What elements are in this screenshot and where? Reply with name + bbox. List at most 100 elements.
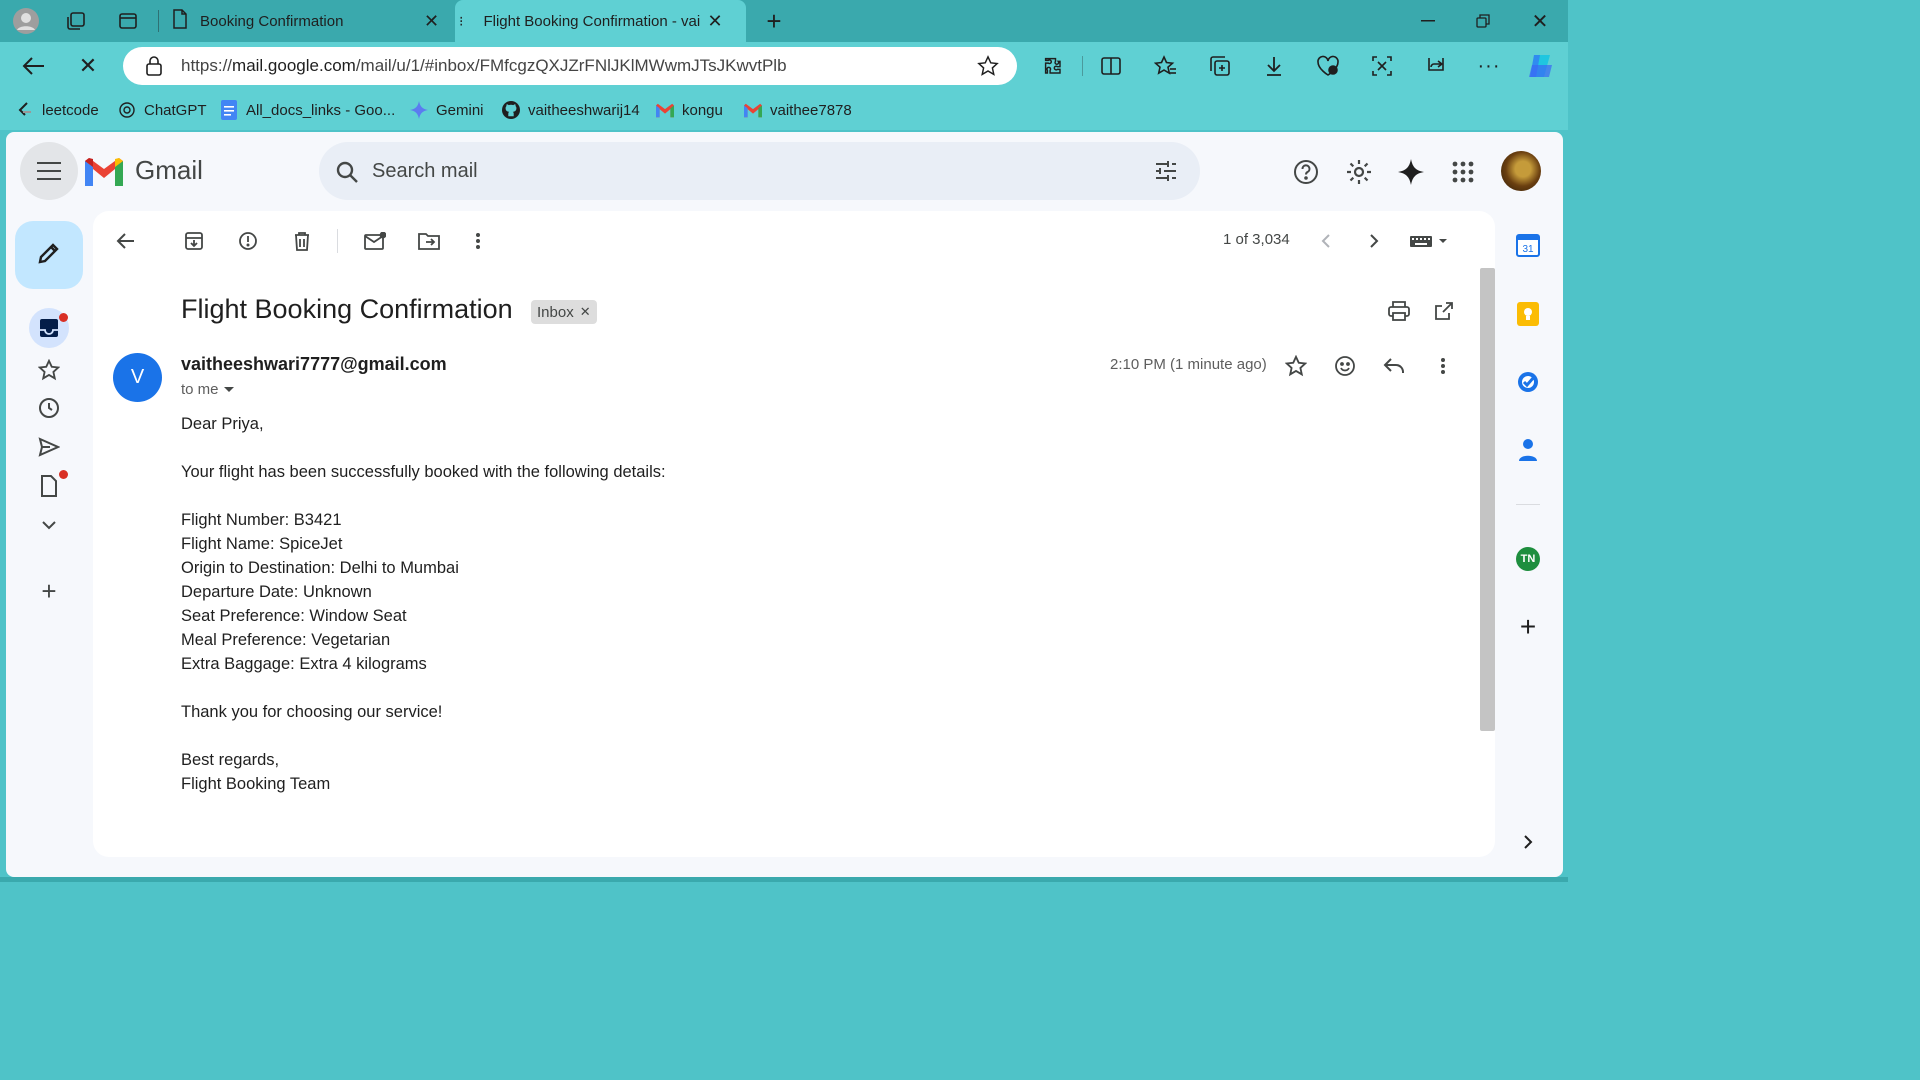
more-options-icon[interactable] [1429, 352, 1457, 380]
tab-booking-confirmation[interactable]: Booking Confirmation ✕ [166, 0, 452, 42]
bookmark-leetcode[interactable]: leetcode [16, 97, 99, 123]
search-options-icon[interactable] [1154, 159, 1178, 188]
recipient-details[interactable]: to me [181, 381, 235, 398]
move-to-icon[interactable] [415, 227, 443, 255]
gmail-icon [744, 101, 762, 119]
split-screen-icon[interactable] [1098, 53, 1124, 79]
reply-icon[interactable] [1380, 352, 1408, 380]
sender-avatar[interactable]: V [113, 353, 162, 402]
contacts-icon[interactable] [1514, 436, 1542, 464]
help-icon[interactable] [1291, 157, 1321, 187]
workspaces-icon[interactable] [62, 8, 90, 34]
account-avatar[interactable] [1501, 151, 1541, 191]
get-addons-icon[interactable]: + [1514, 611, 1542, 642]
favorites-icon[interactable] [1153, 53, 1179, 79]
gemini-sparkle-icon[interactable] [1396, 157, 1426, 187]
new-tab-icon[interactable]: + [760, 6, 788, 36]
close-tab-icon[interactable]: ✕ [707, 11, 722, 32]
copilot-icon[interactable] [1526, 52, 1556, 80]
bookmark-chatgpt[interactable]: ChatGPT [118, 97, 207, 123]
body-line: Best regards, [181, 751, 280, 769]
screenshot-icon[interactable] [1369, 53, 1395, 79]
extensions-icon[interactable] [1040, 53, 1066, 79]
email-timestamp: 2:10 PM (1 minute ago) [1110, 356, 1267, 373]
nav-snoozed[interactable] [34, 393, 64, 423]
tasks-icon[interactable] [1514, 368, 1542, 396]
search-bar[interactable]: Search mail [319, 142, 1200, 200]
print-icon[interactable] [1385, 297, 1413, 325]
browser-essentials-icon[interactable] [1315, 53, 1341, 79]
delete-icon[interactable] [288, 227, 316, 255]
bookmark-label: Gemini [436, 101, 484, 119]
report-spam-icon[interactable] [234, 227, 262, 255]
body-line [181, 676, 666, 700]
input-tools-icon[interactable] [1404, 227, 1454, 255]
bookmark-vaithee7878[interactable]: vaithee7878 [744, 97, 852, 123]
close-tab-icon[interactable]: ✕ [424, 11, 439, 32]
email-body: Dear Priya, Your flight has been success… [181, 412, 666, 796]
body-line: Dear Priya, [181, 415, 264, 433]
compose-button[interactable] [15, 221, 83, 289]
collections-icon[interactable] [1207, 53, 1233, 79]
vertical-tabs-icon[interactable] [114, 8, 142, 34]
mark-unread-icon[interactable] [361, 227, 389, 255]
older-icon[interactable] [1362, 227, 1386, 255]
tab-flight-booking-confirmation[interactable]: ⁝ Flight Booking Confirmation - vai ✕ [455, 0, 746, 42]
remove-label-icon[interactable]: ✕ [580, 304, 591, 320]
body-line: Extra Baggage: Extra 4 kilograms [181, 655, 427, 673]
minimize-icon[interactable] [1414, 8, 1442, 34]
back-icon[interactable] [20, 52, 48, 80]
calendar-icon[interactable]: 31 [1514, 231, 1542, 259]
addon-tn-label: TN [1516, 547, 1540, 571]
share-icon[interactable] [1423, 53, 1449, 79]
document-icon [172, 9, 188, 33]
main-menu-icon[interactable] [20, 142, 78, 200]
body-line: Meal Preference: Vegetarian [181, 631, 391, 649]
keep-icon[interactable] [1514, 300, 1542, 328]
more-menu-icon[interactable]: ··· [1476, 53, 1502, 79]
address-bar[interactable]: https://mail.google.com/mail/u/1/#inbox/… [123, 47, 1017, 85]
unread-dot [59, 313, 68, 322]
bookmark-github[interactable]: vaitheeshwarij14 [502, 97, 640, 123]
stop-loading-icon[interactable]: ✕ [74, 52, 102, 80]
bookmark-all-docs-links[interactable]: All_docs_links - Goo... [220, 97, 395, 123]
archive-icon[interactable] [180, 227, 208, 255]
apps-grid-icon[interactable] [1448, 157, 1478, 187]
gmail-logo-icon[interactable] [84, 157, 124, 187]
addon-tn-badge[interactable]: TN [1514, 545, 1542, 573]
nav-sent[interactable] [34, 432, 64, 462]
open-new-window-icon[interactable] [1430, 297, 1458, 325]
downloads-icon[interactable] [1261, 53, 1287, 79]
search-icon[interactable] [335, 160, 359, 189]
settings-gear-icon[interactable] [1344, 157, 1374, 187]
emoji-react-icon[interactable] [1331, 352, 1359, 380]
search-input[interactable]: Search mail [372, 160, 478, 183]
nav-starred[interactable] [34, 355, 64, 385]
newer-icon[interactable] [1314, 227, 1338, 255]
bookmark-label: vaitheeshwarij14 [528, 101, 640, 119]
caret-down-icon[interactable] [223, 381, 235, 398]
inbox-label-chip[interactable]: Inbox ✕ [531, 300, 597, 324]
sender-email[interactable]: vaitheeshwari7777@gmail.com [181, 354, 447, 375]
create-label-icon[interactable]: + [34, 576, 64, 606]
star-icon [38, 359, 60, 381]
unread-dot [59, 470, 68, 479]
body-line: Flight Name: SpiceJet [181, 535, 343, 553]
profile-icon[interactable] [11, 6, 41, 36]
favorite-star-icon[interactable] [977, 55, 999, 82]
close-window-icon[interactable]: ✕ [1526, 8, 1554, 34]
nav-more[interactable] [34, 510, 64, 540]
star-email-icon[interactable] [1282, 352, 1310, 380]
restore-icon[interactable] [1469, 8, 1497, 34]
more-actions-icon[interactable] [464, 227, 492, 255]
chatgpt-icon [118, 101, 136, 119]
body-line: Thank you for choosing our service! [181, 703, 443, 721]
show-side-panel-icon[interactable] [1514, 828, 1542, 856]
github-icon [502, 101, 520, 119]
back-to-inbox-icon[interactable] [112, 227, 140, 255]
scrollbar[interactable] [1480, 268, 1495, 731]
email-subject: Flight Booking Confirmation [181, 294, 513, 324]
bookmark-gemini[interactable]: Gemini [410, 97, 484, 123]
send-icon [38, 437, 60, 457]
bookmark-kongu[interactable]: kongu [656, 97, 723, 123]
